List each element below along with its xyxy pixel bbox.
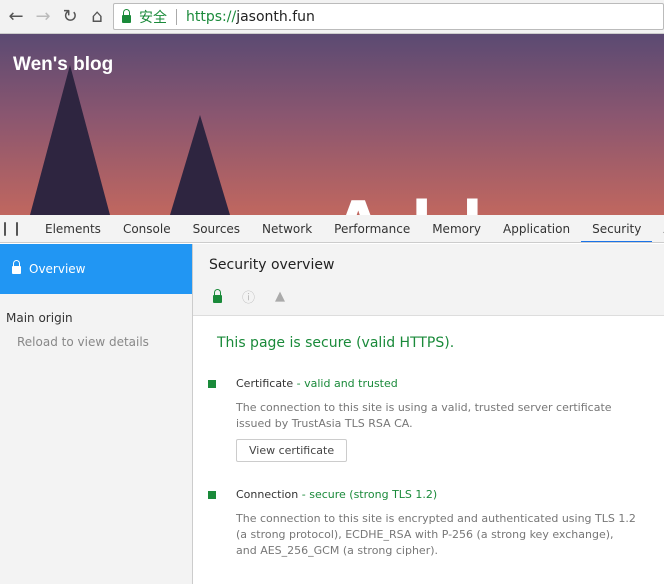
secure-lock-icon <box>213 288 222 303</box>
devtools-tabbar: Elements Console Sources Network Perform… <box>0 215 664 243</box>
device-toggle-icon[interactable] <box>16 221 18 236</box>
certificate-section: Certificate - valid and trusted The conn… <box>208 377 664 462</box>
lock-icon <box>12 260 21 274</box>
tree-image <box>170 115 230 215</box>
tree-image <box>30 65 110 215</box>
main-origin-heading: Main origin <box>6 311 73 325</box>
blog-title[interactable]: Wen's blog <box>13 54 113 76</box>
tab-memory[interactable]: Memory <box>421 215 492 242</box>
tab-audits[interactable]: Au <box>652 215 664 242</box>
connection-section: Connection - secure (strong TLS 1.2) The… <box>208 488 664 559</box>
url-host: jasonth.fun <box>236 8 315 25</box>
blog-hero: Wen's blog All <box>0 34 664 215</box>
tab-performance[interactable]: Performance <box>323 215 421 242</box>
security-sidebar: Overview Main origin Reload to view deta… <box>0 244 193 584</box>
address-bar[interactable]: 安全 https://jasonth.fun <box>113 3 664 30</box>
tab-sources[interactable]: Sources <box>182 215 251 242</box>
tab-application[interactable]: Application <box>492 215 581 242</box>
lock-icon <box>122 8 131 23</box>
info-icon: ⓘ <box>242 291 256 306</box>
security-summary: This page is secure (valid HTTPS). <box>217 335 455 351</box>
tab-security[interactable]: Security <box>581 215 653 242</box>
reload-icon[interactable]: ↻ <box>59 6 81 28</box>
page-title: Security overview <box>209 257 335 273</box>
url-scheme: https:// <box>186 8 237 25</box>
browser-toolbar: ← → ↻ ⌂ 安全 https://jasonth.fun <box>0 0 664 34</box>
secure-label: 安全 <box>139 9 167 26</box>
tab-elements[interactable]: Elements <box>34 215 112 242</box>
status-square-icon <box>208 380 216 388</box>
back-icon[interactable]: ← <box>5 6 27 28</box>
tab-network[interactable]: Network <box>251 215 323 242</box>
reload-hint: Reload to view details <box>17 335 149 349</box>
warning-icon: ▲ <box>275 289 286 304</box>
status-square-icon <box>208 491 216 499</box>
inspect-icon[interactable] <box>4 221 6 236</box>
hero-text: All <box>335 189 513 215</box>
sidebar-item-overview[interactable]: Overview <box>0 244 192 294</box>
home-icon[interactable]: ⌂ <box>86 6 108 28</box>
view-certificate-button[interactable]: View certificate <box>236 439 348 462</box>
security-panel: Security overview ⓘ ▲ This page is secur… <box>193 244 664 584</box>
tab-console[interactable]: Console <box>112 215 182 242</box>
forward-icon[interactable]: → <box>32 6 54 28</box>
